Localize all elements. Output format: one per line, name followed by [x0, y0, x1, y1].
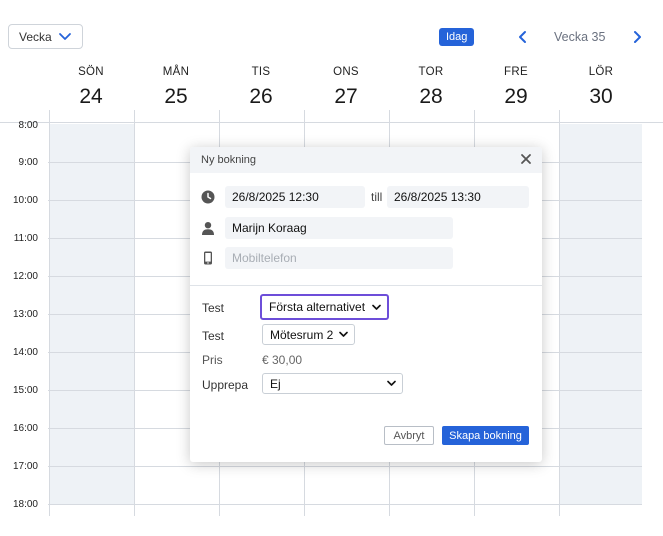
price-label: Pris	[202, 353, 223, 367]
price-value: € 30,00	[262, 353, 303, 367]
day-header[interactable]: TIS 26	[219, 66, 303, 109]
day-header[interactable]: MÅN 25	[134, 66, 218, 109]
day-number: 29	[504, 85, 528, 108]
day-number: 28	[419, 85, 443, 108]
time-label: 10:00	[12, 195, 38, 206]
repeat-label: Upprepa	[202, 378, 249, 392]
time-label: 15:00	[12, 385, 38, 396]
chevron-down-icon	[59, 33, 71, 40]
day-name: ONS	[333, 66, 359, 78]
grid-divider	[49, 110, 50, 516]
new-booking-dialog: Ny bokning 26/8/2025 12:30 till 26/8/202…	[190, 147, 542, 462]
person-icon	[202, 222, 214, 235]
dialog-header: Ny bokning	[190, 147, 542, 173]
time-label: 9:00	[18, 157, 38, 168]
time-label: 17:00	[12, 461, 38, 472]
close-icon[interactable]	[520, 153, 532, 165]
day-header[interactable]: FRE 29	[474, 66, 558, 109]
day-name: TOR	[418, 66, 444, 78]
repeat-select-value: Ej	[270, 376, 281, 391]
day-name: FRE	[504, 66, 528, 78]
day-name: TIS	[251, 66, 271, 78]
day-number: 25	[164, 85, 188, 108]
day-header[interactable]: SÖN 24	[49, 66, 133, 109]
view-select-label: Vecka	[19, 29, 52, 44]
grid-divider	[559, 110, 560, 516]
view-select[interactable]: Vecka	[8, 24, 83, 49]
chevron-left-icon[interactable]	[517, 29, 529, 45]
create-booking-button[interactable]: Skapa bokning	[442, 426, 529, 445]
name-field[interactable]: Marijn Koraag	[225, 217, 453, 239]
test-select-1[interactable]: Första alternativet	[260, 294, 389, 320]
time-label: 14:00	[12, 347, 38, 358]
cancel-button[interactable]: Avbryt	[384, 426, 434, 445]
time-label: 16:00	[12, 423, 38, 434]
test-select-2-value: Mötesrum 2	[270, 327, 334, 342]
chevron-down-icon	[372, 304, 381, 310]
grid-divider	[48, 504, 642, 505]
day-header[interactable]: LÖR 30	[559, 66, 643, 109]
day-name: MÅN	[162, 66, 190, 78]
test-label-2: Test	[202, 329, 225, 343]
mobile-phone-icon	[204, 251, 212, 265]
clock-icon	[201, 190, 215, 204]
day-name: SÖN	[78, 66, 104, 78]
day-header[interactable]: TOR 28	[389, 66, 473, 109]
day-number: 27	[334, 85, 358, 108]
dialog-divider	[190, 285, 542, 286]
day-number: 30	[589, 85, 613, 108]
time-label: 11:00	[13, 233, 38, 244]
dialog-title: Ny bokning	[201, 154, 257, 166]
test-select-2[interactable]: Mötesrum 2	[262, 324, 355, 345]
time-label: 13:00	[12, 309, 38, 320]
week-label: Vecka 35	[554, 30, 606, 44]
repeat-select[interactable]: Ej	[262, 373, 403, 394]
time-label: 18:00	[12, 499, 38, 510]
day-number: 24	[79, 85, 103, 108]
grid-divider	[48, 466, 642, 467]
time-label: 12:00	[12, 271, 38, 282]
mobile-phone-field[interactable]: Mobiltelefon	[225, 247, 453, 269]
grid-divider	[134, 110, 135, 516]
end-datetime-field[interactable]: 26/8/2025 13:30	[387, 186, 529, 208]
till-label: till	[371, 190, 383, 204]
test-select-1-value: Första alternativet	[269, 300, 366, 314]
day-name: LÖR	[588, 66, 614, 78]
chevron-right-icon[interactable]	[631, 29, 643, 45]
chevron-down-icon	[387, 380, 396, 386]
start-datetime-field[interactable]: 26/8/2025 12:30	[225, 186, 365, 208]
day-number: 26	[249, 85, 273, 108]
time-label: 8:00	[18, 120, 38, 131]
test-label-1: Test	[202, 301, 225, 315]
day-header[interactable]: ONS 27	[304, 66, 388, 109]
today-button[interactable]: Idag	[439, 28, 475, 46]
chevron-down-icon	[339, 331, 348, 337]
